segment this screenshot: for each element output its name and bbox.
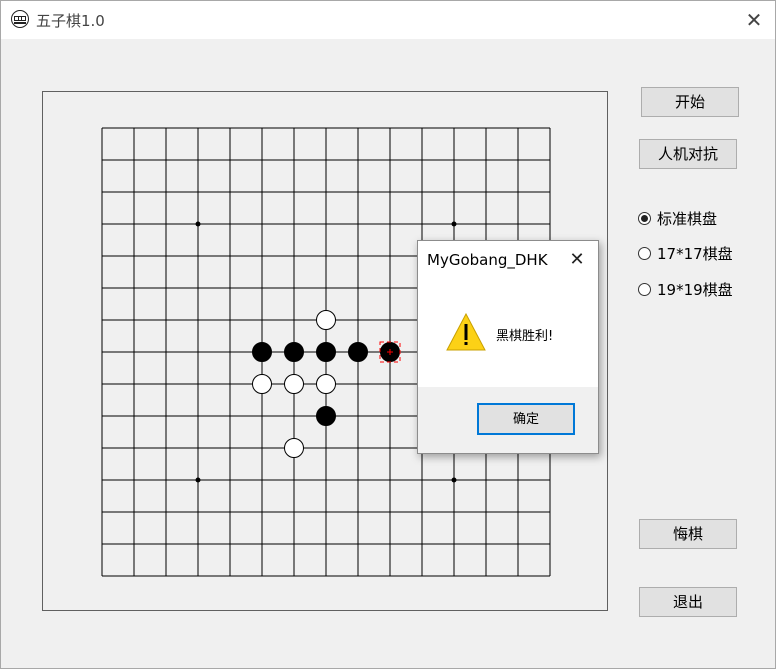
dialog-footer: 确定 <box>418 387 598 453</box>
white-stone <box>316 310 336 330</box>
radio-label: 标准棋盘 <box>657 209 718 228</box>
radio-17-board[interactable]: 17*17棋盘 <box>638 243 733 263</box>
radio-label: 19*19棋盘 <box>657 280 733 299</box>
dialog-title: MyGobang_DHK <box>427 251 548 269</box>
black-stone <box>316 342 336 362</box>
radio-indicator <box>638 282 651 296</box>
ok-button[interactable]: 确定 <box>477 403 575 435</box>
radio-indicator <box>638 246 651 260</box>
black-stone <box>316 406 336 426</box>
white-stone <box>316 374 336 394</box>
black-stone <box>348 342 368 362</box>
window-close-icon[interactable]: ✕ <box>739 5 769 35</box>
exit-button[interactable]: 退出 <box>639 587 737 617</box>
radio-indicator <box>638 211 651 225</box>
dialog-message: 黑棋胜利! <box>496 329 554 344</box>
message-dialog: MyGobang_DHK ✕ 黑棋胜利! 确定 <box>417 240 599 454</box>
dialog-close-icon[interactable]: ✕ <box>564 247 590 273</box>
star-point <box>195 221 201 227</box>
title-bar[interactable]: 五子棋1.0 ✕ <box>1 1 775 39</box>
warning-icon <box>446 312 486 351</box>
black-stone <box>284 342 304 362</box>
window-title: 五子棋1.0 <box>36 12 105 30</box>
start-button[interactable]: 开始 <box>641 87 739 117</box>
star-point <box>451 221 457 227</box>
app-logo-icon <box>11 10 29 28</box>
radio-19-board[interactable]: 19*19棋盘 <box>638 279 733 299</box>
main-window: 五子棋1.0 ✕ 开始 人机对抗 标准棋盘 17*17棋盘 19*19棋盘 悔棋… <box>0 0 776 669</box>
radio-label: 17*17棋盘 <box>657 244 733 263</box>
white-stone <box>284 438 304 458</box>
white-stone <box>252 374 272 394</box>
radio-standard-board[interactable]: 标准棋盘 <box>638 208 717 228</box>
black-stone <box>252 342 272 362</box>
star-point <box>451 477 457 483</box>
ai-battle-button[interactable]: 人机对抗 <box>639 139 737 169</box>
white-stone <box>284 374 304 394</box>
undo-button[interactable]: 悔棋 <box>639 519 737 549</box>
star-point <box>195 477 201 483</box>
